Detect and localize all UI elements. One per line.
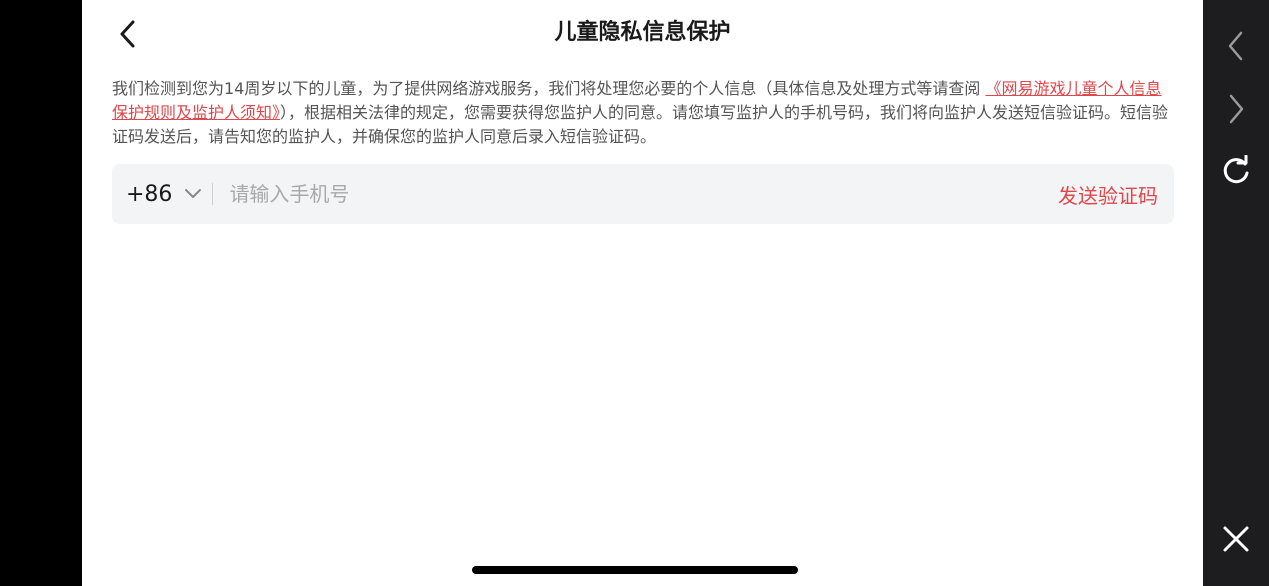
refresh-button[interactable] — [1203, 149, 1269, 193]
phone-number-input[interactable] — [213, 164, 1058, 224]
chevron-left-icon — [1228, 31, 1243, 61]
country-code: +86 — [126, 181, 173, 207]
notice-text-before: 我们检测到您为14周岁以下的儿童，为了提供网络游戏服务，我们将处理您必要的个人信… — [112, 79, 986, 98]
chevron-down-icon — [184, 188, 202, 200]
close-button[interactable] — [1203, 517, 1269, 561]
country-code-selector[interactable]: +86 — [112, 164, 202, 224]
privacy-notice: 我们检测到您为14周岁以下的儿童，为了提供网络游戏服务，我们将处理您必要的个人信… — [112, 77, 1174, 149]
page-title: 儿童隐私信息保护 — [554, 20, 731, 45]
close-icon — [1223, 526, 1249, 552]
side-toolbar — [1203, 0, 1269, 586]
home-indicator — [472, 566, 798, 574]
send-code-button[interactable]: 发送验证码 — [1058, 180, 1174, 209]
left-letterbox — [0, 0, 82, 586]
phone-input-row: +86 发送验证码 — [112, 164, 1174, 224]
refresh-icon — [1223, 155, 1249, 184]
nav-next-button[interactable] — [1203, 87, 1269, 131]
privacy-dialog: 儿童隐私信息保护 我们检测到您为14周岁以下的儿童，为了提供网络游戏服务，我们将… — [82, 0, 1203, 586]
nav-prev-button[interactable] — [1203, 24, 1269, 68]
chevron-right-icon — [1229, 94, 1244, 124]
